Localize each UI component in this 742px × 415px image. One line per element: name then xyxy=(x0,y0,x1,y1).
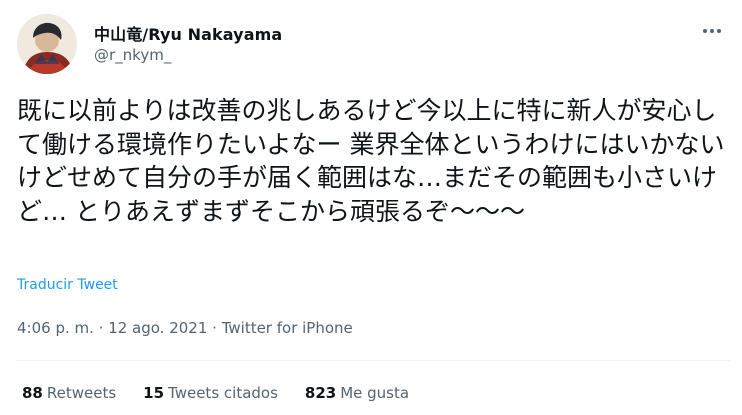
quotes-label: Tweets citados xyxy=(168,384,278,402)
display-name[interactable]: 中山竜/Ryu Nakayama xyxy=(94,21,282,45)
quotes-count: 15 xyxy=(143,384,165,402)
avatar-image xyxy=(17,14,77,74)
likes-label: Me gusta xyxy=(340,384,410,402)
likes-stat[interactable]: 823 Me gusta xyxy=(305,384,409,402)
tweet-timestamp[interactable]: 4:06 p. m. · 12 ago. 2021 · xyxy=(17,319,222,337)
retweets-count: 88 xyxy=(22,384,43,402)
retweets-stat[interactable]: 88 Retweets xyxy=(22,384,116,402)
tweet-stats: 88 Retweets 15 Tweets citados 823 Me gusta xyxy=(22,384,409,402)
tweet-meta: 4:06 p. m. · 12 ago. 2021 · Twitter for … xyxy=(17,319,353,337)
avatar[interactable] xyxy=(17,14,77,74)
more-dots-icon xyxy=(710,29,714,33)
quotes-stat[interactable]: 15 Tweets citados xyxy=(143,384,278,402)
tweet-text: 既に以前よりは改善の兆しあるけど今以上に特に新人が安心して働ける環境作りたいよな… xyxy=(17,96,725,226)
more-dots-icon xyxy=(703,29,707,33)
tweet-source[interactable]: Twitter for iPhone xyxy=(222,319,353,337)
translate-tweet-link[interactable]: Traducir Tweet xyxy=(17,277,118,293)
user-handle[interactable]: @r_nkym_ xyxy=(94,46,171,64)
retweets-label: Retweets xyxy=(46,384,117,402)
likes-count: 823 xyxy=(304,384,337,402)
divider xyxy=(17,360,730,361)
more-dots-icon xyxy=(717,29,721,33)
more-options-button[interactable] xyxy=(694,16,730,46)
tweet-card: 中山竜/Ryu Nakayama @r_nkym_ 既に以前よりは改善の兆しある… xyxy=(0,0,742,415)
